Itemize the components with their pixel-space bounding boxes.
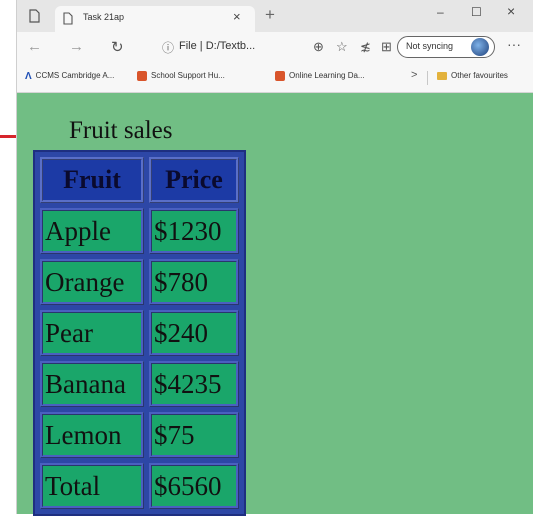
puzzle-icon — [275, 71, 285, 81]
cambridge-logo-icon: Λ — [25, 71, 32, 82]
cell-fruit: Banana — [40, 361, 144, 407]
favorite-star-icon[interactable]: ☆ — [336, 39, 348, 55]
favourites-overflow-chevron-icon[interactable]: > — [411, 69, 417, 81]
new-tab-button[interactable]: + — [265, 5, 275, 25]
favourite-label: Online Learning Da... — [289, 71, 365, 81]
favorites-list-icon[interactable]: ≴ — [360, 39, 371, 55]
info-icon[interactable]: ⓘ — [162, 39, 174, 56]
favourites-divider — [427, 71, 428, 85]
table-row: Lemon $75 — [40, 412, 239, 458]
header-fruit: Fruit — [40, 157, 144, 203]
tab-title: Task 21ap — [83, 12, 125, 22]
page-title: Fruit sales — [69, 117, 173, 144]
header-price: Price — [149, 157, 239, 203]
profile-avatar — [471, 38, 489, 56]
cell-fruit: Total — [40, 463, 144, 509]
cell-fruit: Lemon — [40, 412, 144, 458]
sync-button[interactable]: Not syncing — [397, 36, 495, 58]
folder-icon — [437, 71, 447, 80]
cell-fruit: Orange — [40, 259, 144, 305]
favourites-bar: Λ CCMS Cambridge A... School Support Hu..… — [17, 64, 533, 93]
table-row: Total $6560 — [40, 463, 239, 509]
cell-price: $780 — [149, 259, 239, 305]
fruit-sales-table: Fruit Price Apple $1230 Orange $780 Pear… — [33, 150, 246, 516]
refresh-button[interactable]: ↻ — [111, 38, 124, 56]
page-content: Fruit sales Fruit Price Apple $1230 Oran… — [17, 93, 533, 516]
sync-label: Not syncing — [406, 41, 454, 51]
maximize-button[interactable]: ☐ — [471, 5, 482, 19]
browser-window: Task 21ap × + – ☐ × ← → ↻ ⓘ File | D:/Te… — [16, 0, 533, 516]
cell-price: $75 — [149, 412, 239, 458]
back-button[interactable]: ← — [27, 38, 42, 55]
address-bar-row: ← → ↻ ⓘ File | D:/Textb... ⊕ ☆ ≴ ⊞ Not s… — [17, 32, 533, 64]
more-menu-icon[interactable]: ··· — [507, 36, 521, 52]
table-header-row: Fruit Price — [40, 157, 239, 203]
zoom-icon[interactable]: ⊕ — [313, 39, 324, 55]
cell-price: $6560 — [149, 463, 239, 509]
favourite-label: Other favourites — [451, 71, 508, 80]
tab-active[interactable]: Task 21ap × — [55, 6, 255, 32]
table-row: Orange $780 — [40, 259, 239, 305]
favourite-other-folder[interactable]: Other favourites — [437, 71, 508, 80]
cell-fruit: Apple — [40, 208, 144, 254]
cell-price: $1230 — [149, 208, 239, 254]
tab-actions-icon[interactable] — [29, 9, 40, 23]
cell-fruit: Pear — [40, 310, 144, 356]
address-field[interactable]: ⓘ File | D:/Textb... — [159, 36, 359, 58]
collections-icon[interactable]: ⊞ — [381, 39, 392, 55]
tab-close-icon[interactable]: × — [233, 9, 241, 24]
favourite-label: School Support Hu... — [151, 71, 225, 81]
table-row: Banana $4235 — [40, 361, 239, 407]
window-close-button[interactable]: × — [507, 3, 515, 19]
puzzle-icon — [137, 71, 147, 81]
address-text: File | D:/Textb... — [179, 40, 256, 52]
favourite-online-learning[interactable]: Online Learning Da... — [275, 71, 365, 81]
cell-price: $4235 — [149, 361, 239, 407]
forward-button[interactable]: → — [69, 38, 84, 55]
table-row: Pear $240 — [40, 310, 239, 356]
minimize-button[interactable]: – — [437, 5, 444, 19]
page-icon — [63, 12, 73, 25]
favourite-ccms[interactable]: Λ CCMS Cambridge A... — [25, 71, 115, 82]
favourite-label: CCMS Cambridge A... — [35, 71, 115, 81]
cell-price: $240 — [149, 310, 239, 356]
table-row: Apple $1230 — [40, 208, 239, 254]
tab-bar: Task 21ap × + – ☐ × — [17, 0, 533, 32]
favourite-school-support[interactable]: School Support Hu... — [137, 71, 225, 81]
